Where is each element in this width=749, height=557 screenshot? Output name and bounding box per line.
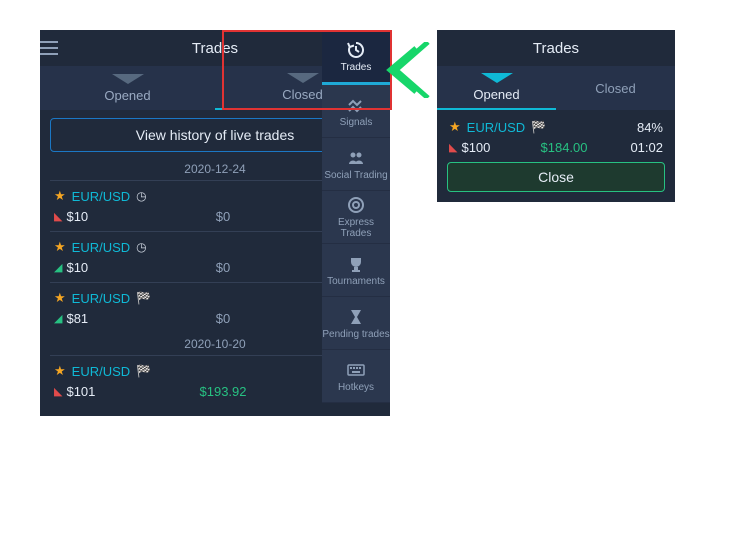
trade-symbol: EUR/USD — [72, 291, 131, 306]
clock-icon: ◷ — [136, 189, 146, 203]
sidenav-item-signals[interactable]: Signals — [322, 85, 390, 138]
menu-icon[interactable] — [40, 41, 80, 55]
hotkeys-icon — [346, 360, 366, 380]
clock-icon: ◷ — [136, 240, 146, 254]
trade-amount: $101 — [66, 384, 95, 399]
sidenav-item-history[interactable]: Trades — [322, 30, 390, 85]
sidenav-label: Trades — [341, 62, 372, 73]
sidenav-label: Pending trades — [322, 329, 389, 340]
chevron-down-icon — [112, 74, 144, 84]
tab-closed[interactable]: Closed — [556, 66, 675, 110]
star-icon: ★ — [54, 188, 66, 204]
signals-icon — [346, 95, 366, 115]
arrow-up-icon: ◢ — [54, 261, 62, 274]
trade-amount: $100 — [461, 140, 490, 155]
sidenav-item-social[interactable]: Social Trading — [322, 138, 390, 191]
star-icon: ★ — [449, 119, 461, 135]
trade-symbol: EUR/USD — [72, 364, 131, 379]
sidenav-item-hotkeys[interactable]: Hotkeys — [322, 350, 390, 403]
side-nav: Trades Signals Social Trading Express Trade… — [322, 30, 390, 403]
open-trade: ★ EUR/USD 🏁 84% ◣ $100 $184.00 01:02 — [437, 110, 675, 156]
trade-profit: $0 — [193, 209, 253, 224]
panel-header: Trades — [437, 30, 675, 66]
trade-profit: $184.00 — [534, 140, 594, 155]
flag-icon: 🏁 — [136, 364, 151, 378]
tab-closed-label: Closed — [595, 81, 635, 96]
trade-profit: $0 — [193, 311, 253, 326]
trade-percent: 84% — [637, 120, 663, 135]
tab-opened-label: Opened — [473, 87, 519, 102]
trade-profit: $193.92 — [193, 384, 253, 399]
trade-profit: $0 — [193, 260, 253, 275]
arrow-up-icon: ◢ — [54, 312, 62, 325]
trade-time: 01:02 — [619, 140, 663, 155]
tab-closed-label: Closed — [282, 87, 322, 102]
trades-panel-opened: Trades Opened Closed ★ EUR/USD 🏁 84% ◣ $… — [437, 30, 675, 202]
sidenav-item-tournaments[interactable]: Tournaments — [322, 244, 390, 297]
sidenav-label: Social Trading — [324, 170, 387, 181]
arrow-down-icon: ◣ — [54, 385, 62, 398]
tournaments-icon — [346, 254, 366, 274]
flag-icon: 🏁 — [531, 120, 546, 134]
star-icon: ★ — [54, 239, 66, 255]
history-icon — [346, 40, 366, 60]
trade-symbol[interactable]: EUR/USD — [467, 120, 526, 135]
tab-opened[interactable]: Opened — [437, 66, 556, 110]
trade-symbol: EUR/USD — [72, 189, 131, 204]
sidenav-label: Signals — [340, 117, 373, 128]
arrow-down-icon: ◣ — [449, 141, 457, 154]
star-icon: ★ — [54, 363, 66, 379]
trade-symbol: EUR/USD — [72, 240, 131, 255]
flag-icon: 🏁 — [136, 291, 151, 305]
tab-opened[interactable]: Opened — [40, 66, 215, 110]
panel-title: Trades — [457, 40, 655, 57]
tab-opened-label: Opened — [104, 88, 150, 103]
arrow-down-icon: ◣ — [54, 210, 62, 223]
pointer-arrow-icon — [386, 42, 430, 98]
pending-icon — [346, 307, 366, 327]
trade-amount: $81 — [66, 311, 88, 326]
sidenav-item-express[interactable]: Express Trades — [322, 191, 390, 244]
trade-amount: $10 — [66, 260, 88, 275]
sidenav-label: Express Trades — [322, 217, 390, 239]
trade-amount: $10 — [66, 209, 88, 224]
express-icon — [346, 195, 366, 215]
chevron-down-icon — [287, 73, 319, 83]
social-icon — [346, 148, 366, 168]
star-icon: ★ — [54, 290, 66, 306]
sidenav-label: Hotkeys — [338, 382, 374, 393]
sidenav-item-pending[interactable]: Pending trades — [322, 297, 390, 350]
tabs: Opened Closed — [437, 66, 675, 110]
chevron-down-icon — [481, 73, 513, 83]
panel-title: Trades — [80, 40, 350, 57]
sidenav-label: Tournaments — [327, 276, 385, 287]
close-trade-button[interactable]: Close — [447, 162, 665, 192]
